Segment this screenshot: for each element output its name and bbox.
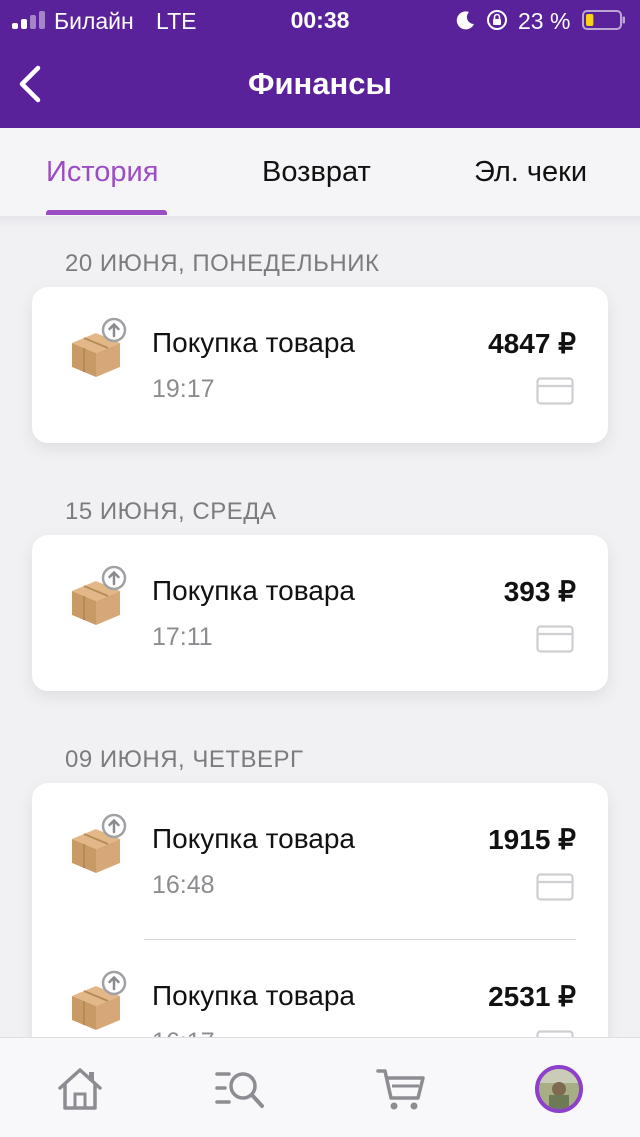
avatar-photo xyxy=(539,1069,579,1109)
payment-card-icon xyxy=(536,625,574,653)
package-icon xyxy=(72,970,127,1030)
cart-icon[interactable] xyxy=(376,1066,426,1112)
tab-returns[interactable]: Возврат xyxy=(262,156,371,189)
page-title: Финансы xyxy=(248,66,392,101)
transaction-title: Покупка товара xyxy=(152,823,355,854)
home-icon[interactable] xyxy=(55,1066,105,1112)
transaction-card: Покупка товара 17:11 393 ₽ xyxy=(32,535,608,691)
tab-bar: История Возврат Эл. чеки xyxy=(0,128,640,216)
transaction-title: Покупка товара xyxy=(152,327,355,358)
catalog-search-icon[interactable] xyxy=(215,1066,265,1112)
status-bar: Билайн LTE 00:38 23 % xyxy=(0,0,640,40)
tab-e-receipts[interactable]: Эл. чеки xyxy=(474,156,587,189)
transaction-row[interactable]: Покупка товара 16:48 1915 ₽ xyxy=(32,783,608,939)
payment-card-icon xyxy=(536,377,574,405)
transaction-time: 16:48 xyxy=(152,871,215,899)
transaction-amount: 2531 ₽ xyxy=(488,981,576,1012)
tab-history[interactable]: История xyxy=(46,156,158,189)
transaction-time: 17:11 xyxy=(152,623,213,651)
transaction-amount: 393 ₽ xyxy=(503,576,576,607)
active-tab-indicator xyxy=(46,210,167,215)
battery-percent: 23 % xyxy=(518,8,571,34)
bottom-navigation xyxy=(0,1037,640,1137)
app-header: Билайн LTE 00:38 23 % Финансы xyxy=(0,0,640,128)
transaction-amount: 1915 ₽ xyxy=(488,824,576,855)
transaction-card: Покупка товара 19:17 4847 ₽ xyxy=(32,287,608,443)
transaction-amount: 4847 ₽ xyxy=(488,328,576,359)
battery-icon xyxy=(582,10,625,30)
tab-bar-shadow xyxy=(0,216,640,228)
transaction-title: Покупка товара xyxy=(152,575,355,606)
transaction-row[interactable]: Покупка товара 17:11 393 ₽ xyxy=(32,535,608,691)
package-icon xyxy=(72,565,127,625)
moon-icon xyxy=(456,11,474,30)
date-header: 20 ИЮНЯ, ПОНЕДЕЛЬНИК xyxy=(65,250,380,277)
rotation-lock-icon xyxy=(487,10,507,30)
transaction-row[interactable]: Покупка товара 19:17 4847 ₽ xyxy=(32,287,608,443)
package-icon xyxy=(72,813,127,873)
package-icon xyxy=(72,317,127,377)
transaction-time: 19:17 xyxy=(152,375,215,403)
profile-avatar[interactable] xyxy=(535,1065,583,1113)
date-header: 09 ИЮНЯ, ЧЕТВЕРГ xyxy=(65,746,304,773)
payment-card-icon xyxy=(536,873,574,901)
transaction-title: Покупка товара xyxy=(152,980,355,1011)
date-header: 15 ИЮНЯ, СРЕДА xyxy=(65,498,277,525)
